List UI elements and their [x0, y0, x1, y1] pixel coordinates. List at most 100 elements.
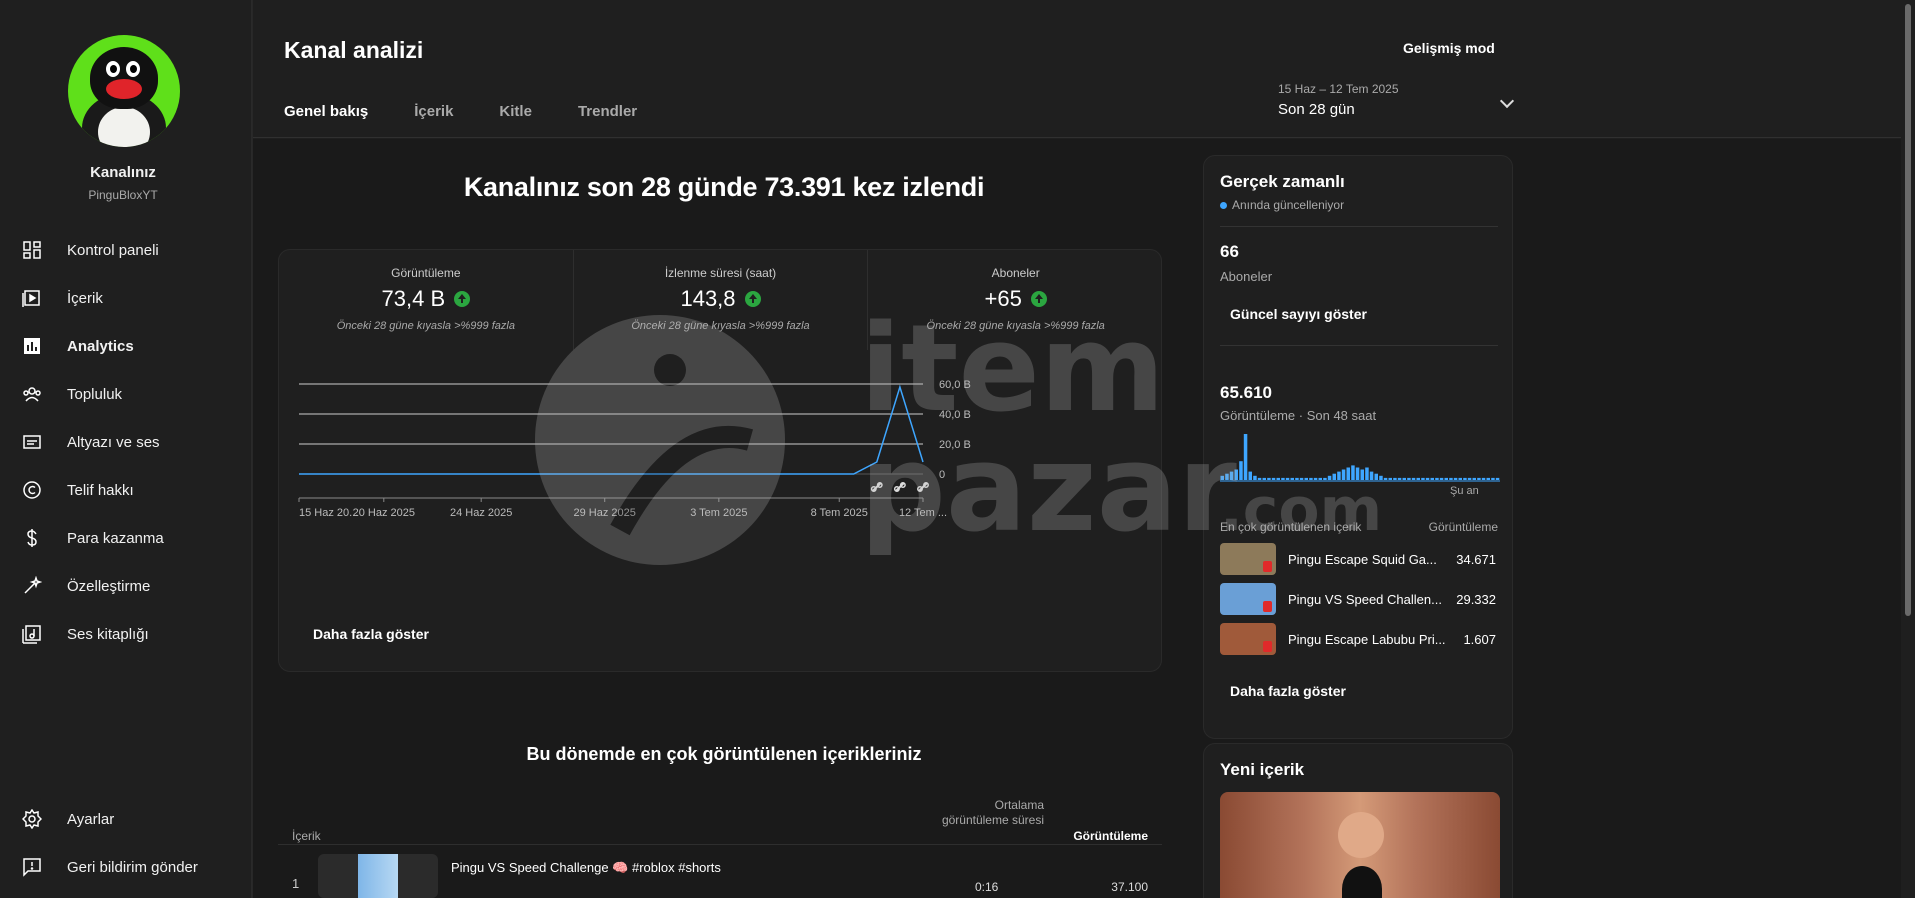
spark-bar — [1355, 467, 1360, 480]
upload-marker-icon[interactable] — [917, 481, 929, 493]
sidebar-item-subtitles[interactable]: Altyazı ve ses — [0, 418, 252, 466]
views-line-chart: 60,0 B 40,0 B 20,0 B 0 15 Haz 20...20 Haz 20… — [298, 379, 971, 519]
page-title: Kanal analizi — [284, 37, 424, 63]
sidebar-item-community[interactable]: Topluluk — [0, 370, 252, 418]
x-tick-label: 20 Haz 2025 — [353, 507, 415, 519]
metric-value-wrap: 73,4 B — [279, 286, 573, 312]
divider — [1220, 345, 1498, 346]
spark-bar — [1341, 469, 1346, 480]
spark-bar — [1402, 477, 1406, 480]
x-tick-label: 29 Haz 2025 — [574, 507, 636, 519]
date-range-dates: 15 Haz – 12 Tem 2025 — [1278, 82, 1399, 96]
metric-label: Görüntüleme — [391, 266, 461, 280]
scrollbar-thumb[interactable] — [1905, 4, 1911, 616]
realtime-bar-chart — [1220, 434, 1500, 482]
sidebar-item-label: Altyazı ve ses — [67, 433, 160, 451]
dashboard-icon — [22, 240, 42, 260]
sidebar-item-feedback[interactable]: Geri bildirim gönder — [0, 843, 252, 891]
x-tick-label: 12 Tem ... — [899, 507, 947, 519]
spark-bar — [1472, 477, 1476, 480]
column-header-views[interactable]: Görüntüleme — [1073, 829, 1148, 843]
top-content-item[interactable]: Pingu Escape Squid Ga... 34.671 — [1220, 542, 1498, 576]
content-area: Kanalınız son 28 günde 73.391 kez izlend… — [253, 139, 1915, 898]
main-area: Kanal analizi Gelişmiş mod Genel bakış İ… — [253, 0, 1915, 898]
x-tick-label: 3 Tem 2025 — [690, 507, 747, 519]
sidebar-item-customization[interactable]: Özelleştirme — [0, 562, 252, 610]
spark-bar — [1318, 477, 1322, 480]
show-more-button[interactable]: Daha fazla göster — [1230, 683, 1346, 699]
channel-handle: PinguBloxYT — [88, 188, 158, 202]
metric-subscribers[interactable]: Aboneler +65 Önceki 28 güne kıyasla >%99… — [868, 250, 1163, 350]
top-content-item[interactable]: Pingu Escape Labubu Pri... 1.607 — [1220, 622, 1498, 656]
spark-bar — [1397, 477, 1402, 480]
live-dot-icon — [1220, 201, 1227, 209]
sidebar-item-label: Telif hakkı — [67, 481, 134, 499]
new-content-thumbnail[interactable] — [1220, 792, 1500, 898]
tabs: Genel bakış İçerik Kitle Trendler — [284, 103, 683, 120]
advanced-mode-button[interactable]: Gelişmiş mod — [1403, 40, 1495, 56]
tab-content[interactable]: İçerik — [414, 103, 453, 120]
spark-bar — [1220, 475, 1224, 480]
date-range-picker[interactable]: 15 Haz – 12 Tem 2025 Son 28 gün — [1278, 82, 1526, 118]
column-header-avg-duration[interactable]: Ortalama görüntüleme süresi — [936, 798, 1044, 828]
sidebar-item-settings[interactable]: Ayarlar — [0, 795, 252, 843]
sidebar-item-label: İçerik — [67, 289, 103, 307]
audio-library-icon — [22, 624, 42, 644]
channel-avatar[interactable] — [68, 35, 180, 147]
metric-watch-time[interactable]: İzlenme süresi (saat) 143,8 Önceki 28 gü… — [574, 250, 869, 350]
y-tick-label: 40,0 B — [939, 409, 971, 421]
tab-trends[interactable]: Trendler — [578, 103, 637, 120]
spark-bar — [1313, 477, 1318, 480]
tab-overview[interactable]: Genel bakış — [284, 103, 368, 120]
realtime-subscribers-label: Aboneler — [1220, 269, 1273, 284]
sidebar-item-analytics[interactable]: Analytics — [0, 322, 252, 370]
video-views: 1.607 — [1463, 631, 1496, 647]
metric-value: 73,4 B — [381, 286, 446, 311]
page-scrollbar[interactable] — [1901, 0, 1915, 898]
spark-bar — [1421, 477, 1425, 480]
top-content-header: En çok görüntülenen içerik Görüntüleme — [1220, 520, 1498, 534]
x-tick-label: 15 Haz 20... — [299, 507, 358, 519]
sidebar-item-copyright[interactable]: Telif hakkı — [0, 466, 252, 514]
series-line[interactable] — [299, 384, 924, 475]
y-tick-label: 20,0 B — [939, 439, 971, 451]
spark-bar — [1379, 475, 1383, 480]
spark-bar — [1453, 477, 1458, 480]
gear-icon — [22, 809, 42, 829]
spark-bar — [1346, 467, 1350, 480]
feedback-icon — [22, 857, 42, 877]
show-more-button[interactable]: Daha fazla göster — [303, 620, 439, 648]
video-thumbnail[interactable] — [318, 854, 438, 898]
spark-bar — [1304, 477, 1308, 480]
spark-bar — [1290, 477, 1294, 480]
magic-wand-icon — [22, 576, 42, 596]
sidebar-item-monetization[interactable]: Para kazanma — [0, 514, 252, 562]
spark-bar — [1271, 477, 1276, 480]
spark-bar — [1365, 467, 1369, 480]
spark-bar — [1388, 477, 1392, 480]
spark-bar — [1458, 477, 1462, 480]
spark-bar — [1481, 477, 1486, 480]
realtime-card: Gerçek zamanlı Anında güncelleniyor 66 A… — [1203, 155, 1513, 739]
spark-bar — [1360, 469, 1364, 480]
sidebar-item-content[interactable]: İçerik — [0, 274, 252, 322]
page-header: Kanal analizi Gelişmiş mod Genel bakış İ… — [253, 0, 1915, 138]
spark-bar — [1281, 477, 1285, 480]
top-content-item[interactable]: Pingu VS Speed Challen... 29.332 — [1220, 582, 1498, 616]
spark-bar — [1276, 477, 1280, 480]
sidebar-item-audio-library[interactable]: Ses kitaplığı — [0, 610, 252, 658]
sidebar-item-dashboard[interactable]: Kontrol paneli — [0, 226, 252, 274]
spark-bar — [1369, 471, 1374, 480]
spark-bar — [1295, 477, 1299, 480]
tab-audience[interactable]: Kitle — [499, 103, 532, 120]
top-content-title: Bu dönemde en çok görüntülenen içerikler… — [526, 744, 922, 764]
upload-marker-icon[interactable] — [870, 481, 883, 493]
upload-marker-icon[interactable] — [893, 481, 906, 493]
column-header-content: İçerik — [292, 829, 321, 843]
video-title[interactable]: Pingu VS Speed Challenge 🧠 #roblox #shor… — [451, 860, 721, 876]
table-row[interactable]: 1 Pingu VS Speed Challenge 🧠 #roblox #sh… — [278, 846, 1162, 898]
show-current-count-button[interactable]: Güncel sayıyı göster — [1230, 306, 1367, 322]
spark-bar — [1430, 477, 1434, 480]
spark-bar — [1327, 475, 1332, 480]
metric-views[interactable]: Görüntüleme 73,4 B Önceki 28 güne kıyasl… — [279, 250, 574, 350]
